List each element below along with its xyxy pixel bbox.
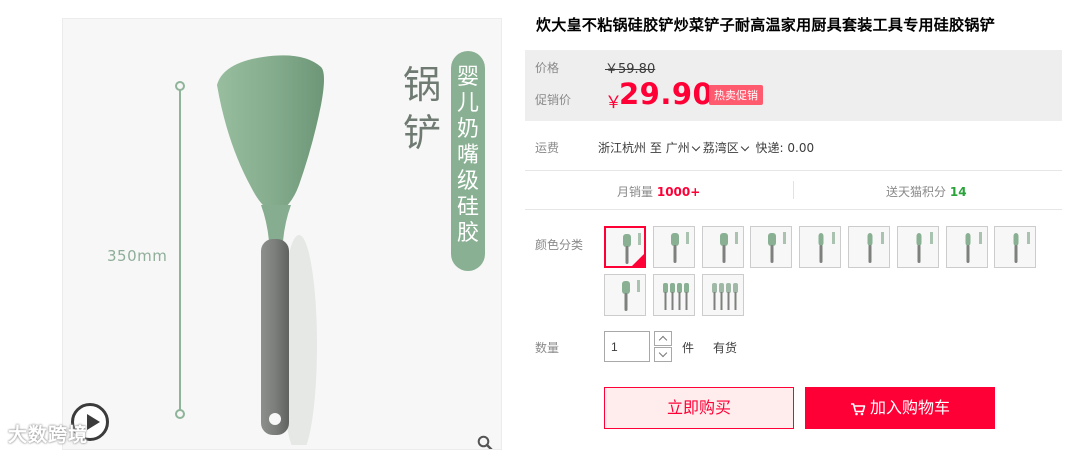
quantity-decrease-button[interactable] <box>654 347 672 362</box>
swatch-thumbnail <box>965 232 982 263</box>
dimension-bottom-dot <box>175 409 185 419</box>
color-option-4[interactable] <box>750 226 793 268</box>
city-selector[interactable]: 广州 <box>666 141 703 155</box>
product-title: 炊大皇不粘锅硅胶铲炒菜铲子耐高温家用厨具套装工具专用硅胶锅铲 <box>536 16 996 34</box>
color-option-6[interactable] <box>848 226 890 268</box>
color-option-9[interactable] <box>994 226 1037 268</box>
buy-now-button[interactable]: 立即购买 <box>604 387 794 429</box>
monthly-sales-value: 1000+ <box>656 185 701 199</box>
points-label: 送天猫积分 <box>886 185 947 199</box>
tmall-points: 送天猫积分 14 <box>886 183 967 200</box>
color-option-2[interactable] <box>652 226 695 268</box>
zoom-icon[interactable] <box>477 435 493 450</box>
monthly-sales-label: 月销量 <box>617 185 654 199</box>
ship-from: 浙江杭州 <box>598 141 647 155</box>
quantity-unit: 件 <box>682 341 695 355</box>
original-price: ￥59.80 <box>605 62 656 77</box>
dimension-line <box>179 85 181 415</box>
swatch-thumbnail <box>867 232 884 263</box>
quantity-increase-button[interactable] <box>654 331 672 346</box>
cart-icon <box>850 402 866 415</box>
quantity-input[interactable] <box>604 331 650 362</box>
promo-price: 29.90 <box>619 77 714 111</box>
price-panel: 价格 ￥59.80 促销价 ￥ 29.90 热卖促销 <box>525 50 1062 121</box>
color-option-5[interactable] <box>799 226 842 268</box>
swatch-thumbnail <box>1013 232 1031 263</box>
stock-status: 有货 <box>713 341 738 355</box>
swatch-thumbnail <box>670 232 689 263</box>
product-type-text: 锅铲 <box>402 63 441 155</box>
promo-price-label: 促销价 <box>535 93 572 107</box>
add-to-cart-button[interactable]: 加入购物车 <box>805 387 995 429</box>
color-option-12[interactable] <box>701 274 744 316</box>
color-option-1[interactable] <box>604 226 646 268</box>
add-to-cart-label: 加入购物车 <box>869 398 950 417</box>
points-value: 14 <box>949 185 967 199</box>
swatch-thumbnail <box>719 232 738 263</box>
city-name: 广州 <box>665 141 690 155</box>
stats-divider <box>793 181 794 199</box>
swatch-thumbnail <box>622 280 640 311</box>
express-fee: 快递: 0.00 <box>755 141 815 155</box>
district-name: 荔湾区 <box>702 141 739 155</box>
swatch-thumbnail <box>768 232 787 263</box>
color-option-7[interactable] <box>896 226 939 268</box>
watermark: 大数跨境 <box>8 424 89 446</box>
color-option-10[interactable] <box>604 274 646 316</box>
swatch-thumbnail <box>662 283 689 310</box>
chevron-down-icon <box>691 142 700 152</box>
color-option-3[interactable] <box>701 226 744 268</box>
swatch-thumbnail <box>818 232 836 263</box>
swatch-thumbnail <box>916 232 933 263</box>
dimension-top-dot <box>175 81 185 91</box>
product-gallery[interactable]: 350mm 锅铲 婴儿奶嘴级硅胶 <box>62 18 502 450</box>
chevron-down-icon <box>740 142 749 152</box>
material-badge: 婴儿奶嘴级硅胶 <box>451 51 485 271</box>
dimension-label: 350mm <box>107 245 168 267</box>
color-option-11[interactable] <box>652 274 695 316</box>
sales-stats: 月销量 1000+ 送天猫积分 14 <box>525 170 1062 210</box>
promo-badge: 热卖促销 <box>709 85 763 105</box>
color-option-8[interactable] <box>945 226 988 268</box>
spatula-illustration <box>217 55 324 445</box>
original-price-label: 价格 <box>535 61 560 75</box>
color-label: 颜色分类 <box>535 238 584 252</box>
district-selector[interactable]: 荔湾区 <box>703 141 752 155</box>
selected-check-icon <box>632 254 644 266</box>
monthly-sales: 月销量 1000+ <box>617 183 700 200</box>
shipping-label: 运费 <box>535 141 560 155</box>
quantity-label: 数量 <box>535 341 560 355</box>
swatch-thumbnail <box>711 283 738 310</box>
ship-to-word: 至 <box>649 141 662 155</box>
